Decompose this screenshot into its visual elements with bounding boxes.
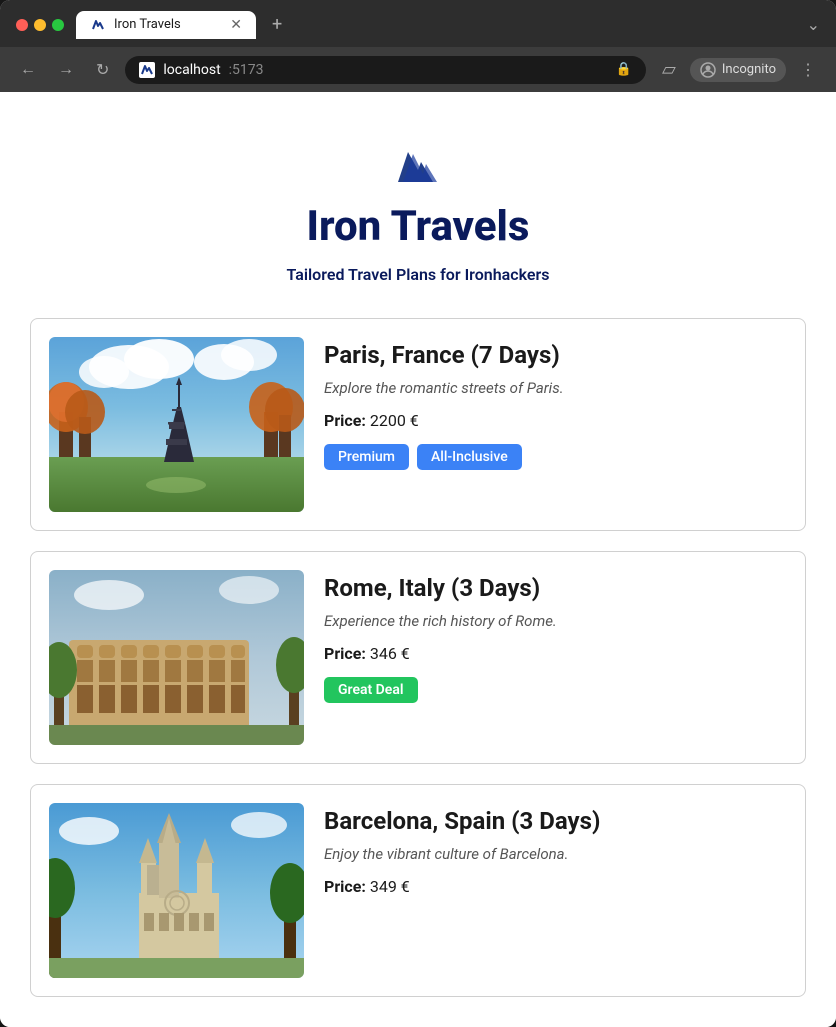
card-image-paris: [49, 337, 304, 512]
tag-all-inclusive: All-Inclusive: [417, 444, 522, 470]
tab-expand-icon[interactable]: ⌄: [807, 15, 820, 34]
travel-card-rome: Rome, Italy (3 Days) Experience the rich…: [30, 551, 806, 764]
card-price-rome: Price: 346 €: [324, 644, 787, 663]
card-info-paris: Paris, France (7 Days) Explore the roman…: [324, 337, 787, 470]
address-bar[interactable]: localhost :5173 🔒: [125, 56, 646, 84]
card-title-paris: Paris, France (7 Days): [324, 341, 787, 369]
price-value-rome: 346 €: [370, 644, 410, 663]
card-description-rome: Experience the rich history of Rome.: [324, 612, 787, 630]
price-value-paris: 2200 €: [370, 411, 419, 430]
tab-close-button[interactable]: ✕: [230, 17, 242, 33]
rome-illustration: [49, 570, 304, 745]
new-tab-button[interactable]: +: [264, 10, 290, 39]
app-header: Iron Travels Tailored Travel Plans for I…: [30, 112, 806, 308]
travel-card-barcelona: Barcelona, Spain (3 Days) Enjoy the vibr…: [30, 784, 806, 997]
price-label-rome: Price:: [324, 644, 366, 663]
browser-navbar: ← → ↻ localhost :5173 🔒 ▱ Incognito: [0, 47, 836, 92]
app-subtitle: Tailored Travel Plans for Ironhackers: [287, 265, 550, 284]
app-title: Iron Travels: [307, 202, 530, 251]
browser-titlebar: Iron Travels ✕ + ⌄: [0, 0, 836, 47]
tab-title: Iron Travels: [114, 17, 181, 32]
incognito-label: Incognito: [722, 62, 776, 77]
price-value-barcelona: 349 €: [370, 877, 410, 896]
close-button[interactable]: [16, 19, 28, 31]
address-host: localhost: [163, 62, 220, 78]
card-description-barcelona: Enjoy the vibrant culture of Barcelona.: [324, 845, 787, 863]
tab-favicon: [90, 17, 106, 33]
refresh-button[interactable]: ↻: [90, 56, 115, 84]
page-content: Iron Travels Tailored Travel Plans for I…: [0, 92, 836, 1027]
card-title-barcelona: Barcelona, Spain (3 Days): [324, 807, 787, 835]
window-controls: [16, 19, 64, 31]
tab-bar: Iron Travels ✕ + ⌄: [76, 10, 820, 39]
paris-illustration: [49, 337, 304, 512]
card-title-rome: Rome, Italy (3 Days): [324, 574, 787, 602]
travel-card: Paris, France (7 Days) Explore the roman…: [30, 318, 806, 531]
card-description-paris: Explore the romantic streets of Paris.: [324, 379, 787, 397]
app-logo: [383, 132, 453, 202]
card-tags-paris: Premium All-Inclusive: [324, 444, 787, 470]
maximize-button[interactable]: [52, 19, 64, 31]
incognito-icon: [700, 62, 716, 78]
active-tab[interactable]: Iron Travels ✕: [76, 11, 256, 39]
nav-right-controls: ▱ Incognito ⋮: [656, 55, 822, 84]
browser-window: Iron Travels ✕ + ⌄ ← → ↻ localhost :5173 …: [0, 0, 836, 1027]
address-favicon: [139, 62, 155, 78]
address-bar-security: 🔒: [616, 62, 632, 77]
browser-menu-button[interactable]: ⋮: [794, 56, 822, 84]
minimize-button[interactable]: [34, 19, 46, 31]
card-info-rome: Rome, Italy (3 Days) Experience the rich…: [324, 570, 787, 703]
card-tags-rome: Great Deal: [324, 677, 787, 703]
price-label-paris: Price:: [324, 411, 366, 430]
sidebar-toggle-button[interactable]: ▱: [656, 55, 682, 84]
tag-premium: Premium: [324, 444, 409, 470]
back-button[interactable]: ←: [14, 57, 42, 83]
card-price-paris: Price: 2200 €: [324, 411, 787, 430]
card-image-barcelona: [49, 803, 304, 978]
barcelona-illustration: [49, 803, 304, 978]
address-port: :5173: [229, 62, 264, 78]
travel-list: Paris, France (7 Days) Explore the roman…: [30, 318, 806, 997]
incognito-badge: Incognito: [690, 58, 786, 82]
card-info-barcelona: Barcelona, Spain (3 Days) Enjoy the vibr…: [324, 803, 787, 910]
tag-great-deal: Great Deal: [324, 677, 418, 703]
price-label-barcelona: Price:: [324, 877, 366, 896]
card-image-rome: [49, 570, 304, 745]
card-price-barcelona: Price: 349 €: [324, 877, 787, 896]
forward-button[interactable]: →: [52, 57, 80, 83]
